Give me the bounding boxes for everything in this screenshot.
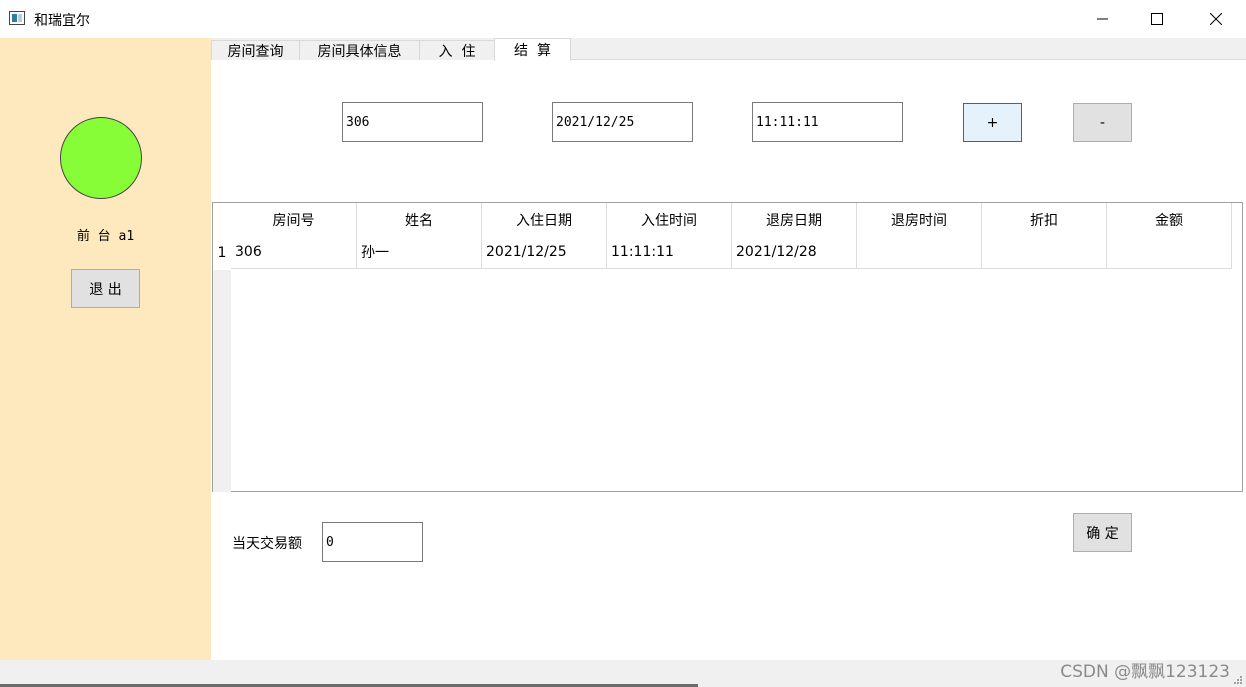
column-header-amount[interactable]: 金额 <box>1107 203 1232 236</box>
app-window-icon <box>9 11 25 25</box>
room-number-input[interactable]: 306 <box>342 102 483 142</box>
column-header-checkout-date[interactable]: 退房日期 <box>732 203 857 236</box>
close-icon <box>1210 13 1222 25</box>
column-header-checkout-time[interactable]: 退房时间 <box>857 203 982 236</box>
window-title: 和瑞宜尔 <box>34 13 90 29</box>
sidebar: 前 台 a1 退 出 <box>0 38 211 660</box>
table-cell-checkout-time[interactable] <box>857 236 982 269</box>
minimize-button[interactable] <box>1080 0 1126 38</box>
close-button[interactable] <box>1193 0 1239 38</box>
table-cell-amount[interactable] <box>1107 236 1232 269</box>
status-indicator <box>60 117 142 199</box>
remove-button[interactable]: - <box>1073 103 1132 142</box>
row-header-1[interactable]: 1 <box>213 236 231 269</box>
tab-room-search[interactable]: 房间查询 <box>211 40 300 60</box>
table-cell-name[interactable]: 孙一 <box>357 236 482 269</box>
user-label: 前 台 a1 <box>76 229 135 244</box>
maximize-icon <box>1151 13 1163 25</box>
row-header-strip <box>213 270 231 492</box>
column-header-name[interactable]: 姓名 <box>357 203 482 236</box>
table-cell-checkin-date[interactable]: 2021/12/25 <box>482 236 607 269</box>
checkout-table: 房间号 姓名 入住日期 入住时间 退房日期 退房时间 折扣 金额 1 306 孙… <box>212 202 1243 492</box>
status-bar <box>0 660 1246 687</box>
daily-total-field[interactable]: 0 <box>322 522 423 562</box>
daily-total-label: 当天交易额 <box>232 536 302 552</box>
column-header-checkin-time[interactable]: 入住时间 <box>607 203 732 236</box>
time-input[interactable]: 11:11:11 <box>752 102 903 142</box>
table-cell-checkout-date[interactable]: 2021/12/28 <box>732 236 857 269</box>
tab-bar: 房间查询 房间具体信息 入 住 结 算 <box>211 38 1246 61</box>
logout-button[interactable]: 退 出 <box>71 269 140 308</box>
confirm-button[interactable]: 确 定 <box>1073 513 1132 552</box>
column-header-room[interactable]: 房间号 <box>231 203 357 236</box>
minimize-icon <box>1097 18 1108 20</box>
add-button[interactable]: + <box>963 103 1022 142</box>
date-input[interactable]: 2021/12/25 <box>552 102 693 142</box>
watermark-text: CSDN @飘飘123123 <box>1060 662 1230 682</box>
tab-check-in[interactable]: 入 住 <box>419 40 495 60</box>
tab-room-details[interactable]: 房间具体信息 <box>299 40 420 60</box>
column-header-discount[interactable]: 折扣 <box>982 203 1107 236</box>
table-cell-checkin-time[interactable]: 11:11:11 <box>607 236 732 269</box>
title-bar: 和瑞宜尔 <box>0 0 1246 38</box>
resize-grip-icon[interactable] <box>1233 675 1243 685</box>
tab-checkout[interactable]: 结 算 <box>494 38 571 61</box>
maximize-button[interactable] <box>1134 0 1180 38</box>
column-header-checkin-date[interactable]: 入住日期 <box>482 203 607 236</box>
table-cell-discount[interactable] <box>982 236 1107 269</box>
table-cell-room[interactable]: 306 <box>231 236 357 269</box>
